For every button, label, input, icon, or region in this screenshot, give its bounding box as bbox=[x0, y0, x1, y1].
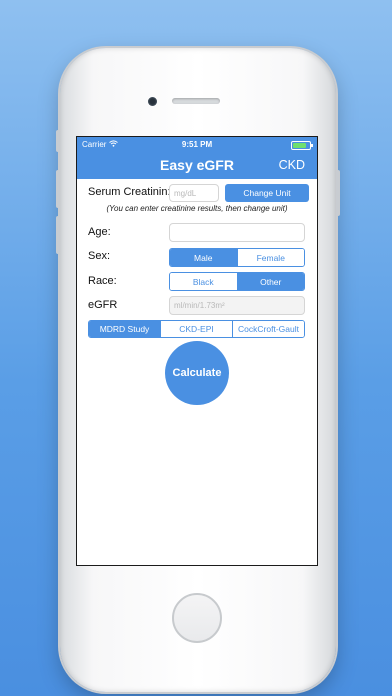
race-label: Race: bbox=[88, 275, 117, 287]
race-selector: Black Other bbox=[169, 272, 305, 291]
formula-selector: MDRD Study CKD-EPI CockCroft-Gault bbox=[88, 320, 305, 338]
sex-option-female[interactable]: Female bbox=[236, 249, 304, 266]
age-input[interactable] bbox=[169, 223, 305, 242]
earpiece-speaker bbox=[172, 98, 220, 104]
formula-option-mdrd[interactable]: MDRD Study bbox=[89, 321, 160, 337]
age-label: Age: bbox=[88, 226, 111, 238]
race-option-other[interactable]: Other bbox=[236, 273, 304, 290]
power-button bbox=[336, 170, 340, 216]
battery-icon bbox=[291, 141, 313, 150]
creatinine-note: (You can enter creatinine results, then … bbox=[106, 204, 288, 213]
egfr-label: eGFR bbox=[88, 299, 118, 311]
home-button[interactable] bbox=[172, 593, 222, 643]
formula-option-ckd-epi[interactable]: CKD-EPI bbox=[160, 321, 232, 337]
calculate-button[interactable]: Calculate bbox=[165, 341, 229, 405]
ckd-button[interactable]: CKD bbox=[279, 158, 305, 172]
navigation-bar: Carrier 9:51 PM Easy eGFR CKD bbox=[77, 137, 317, 179]
race-option-black[interactable]: Black bbox=[170, 273, 237, 290]
formula-option-cockcroft-gault[interactable]: CockCroft-Gault bbox=[232, 321, 304, 337]
mute-switch bbox=[56, 130, 60, 152]
app-screen: Carrier 9:51 PM Easy eGFR CKD Serum Crea… bbox=[76, 136, 318, 566]
front-camera bbox=[148, 97, 157, 106]
serum-creatinine-input[interactable]: mg/dL bbox=[169, 184, 219, 202]
sex-label: Sex: bbox=[88, 250, 111, 262]
sex-option-male[interactable]: Male bbox=[170, 249, 237, 266]
volume-down-button bbox=[56, 216, 60, 254]
serum-creatinine-label: Serum Creatinin: bbox=[88, 186, 171, 198]
egfr-output: ml/min/1.73m² bbox=[169, 296, 305, 315]
volume-up-button bbox=[56, 170, 60, 208]
status-time: 9:51 PM bbox=[181, 140, 213, 149]
form-content: Serum Creatinin: mg/dL Change Unit (You … bbox=[77, 179, 317, 565]
change-unit-button[interactable]: Change Unit bbox=[225, 184, 309, 202]
sex-selector: Male Female bbox=[169, 248, 305, 267]
